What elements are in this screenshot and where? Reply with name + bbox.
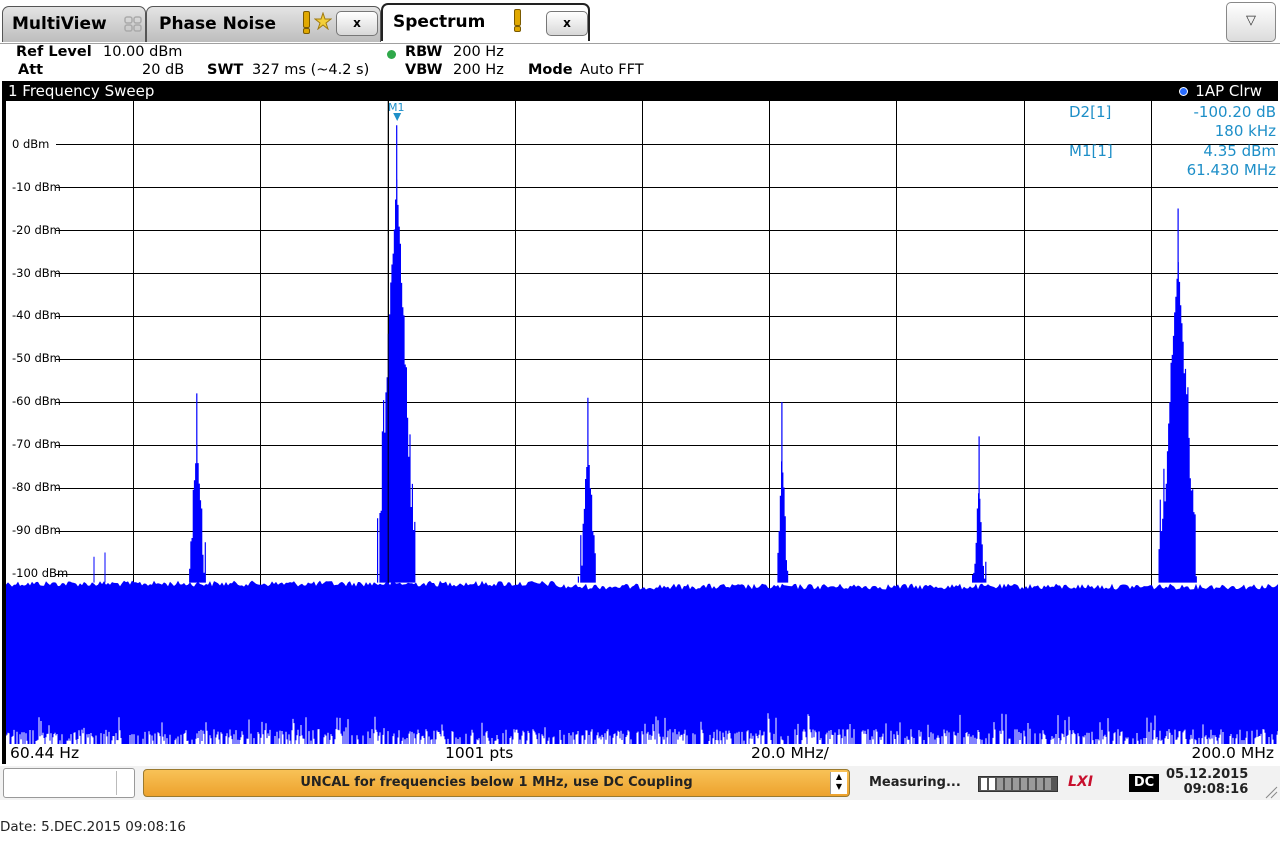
y-tick-label: -60 dBm [12,394,61,408]
trace-indicator-icon [1179,87,1188,96]
warning-icon [512,9,521,32]
status-message: UNCAL for frequencies below 1 MHz, use D… [300,775,693,790]
dc-coupling-badge: DC [1129,774,1159,792]
rbw-value: 200 Hz [453,44,504,60]
marker-d2-name: D2[1] [1069,103,1112,121]
trace-label: 1AP Clrw [1195,82,1262,100]
x-stop-label: 200.0 MHz [1191,744,1274,762]
diagram-title: 1 Frequency Sweep [8,82,155,100]
y-tick-label: -50 dBm [12,351,61,365]
spectral-peak [777,402,789,583]
tab-phase-noise[interactable]: Phase Noise x [146,6,381,42]
att-value: 20 dB [142,62,185,78]
tab-spectrum-label: Spectrum [393,12,486,32]
x-div-label: 20.0 MHz/ [751,744,829,762]
mode-label: Mode [528,62,573,78]
y-tick-label: -80 dBm [12,480,61,494]
message-scroll-arrows-icon[interactable]: ▲ ▼ [830,772,847,794]
marker-d2-freq: 180 kHz [1214,122,1276,140]
warning-icon [301,11,310,34]
rbw-label: RBW [405,44,443,60]
y-tick-label: -10 dBm [12,180,61,194]
x-axis-bar: 60.44 Hz 1001 pts 20.0 MHz/ 200.0 MHz [6,744,1278,764]
rbw-coupled-indicator-icon [387,50,396,59]
status-date: 05.12.2015 [1166,767,1249,782]
marker-d2-level: -100.20 dB [1193,103,1276,121]
star-icon [313,11,333,34]
resize-grip-icon[interactable] [1264,784,1278,803]
lxi-logo-icon: LXI [1068,774,1093,790]
spectral-peak [972,436,987,583]
tab-menu-button[interactable]: ▽ [1226,2,1276,42]
vbw-value: 200 Hz [453,62,504,78]
x-points-label: 1001 pts [445,744,514,762]
y-tick-label: -90 dBm [12,523,61,537]
noise-floor-trace [6,580,1278,744]
spectral-peak [577,397,596,583]
vbw-label: VBW [405,62,443,78]
diagram-title-bar: 1 Frequency Sweep 1AP Clrw [2,81,1278,101]
sweep-progress-bar [978,776,1058,792]
measuring-status: Measuring... [869,775,961,790]
tab-multiview[interactable]: MultiView [2,6,146,42]
measurement-settings: Ref Level 10.00 dBm Att 20 dB SWT 327 ms… [0,43,1280,81]
y-tick-label: -30 dBm [12,266,61,280]
phase-noise-close-button[interactable]: x [336,11,378,36]
status-time: 09:08:16 [1183,782,1249,797]
y-tick-label: -100 dBm [12,566,69,580]
marker-m1-label: M1 [388,101,405,114]
tab-multiview-label: MultiView [12,14,107,34]
status-message-box[interactable]: UNCAL for frequencies below 1 MHz, use D… [143,769,850,797]
status-datetime: 05.12.2015 09:08:16 [1166,767,1248,797]
att-label: Att [18,62,44,78]
tab-spectrum[interactable]: Spectrum x [381,3,590,41]
tab-phase-noise-label: Phase Noise [159,14,276,34]
footer-date: Date: 5.DEC.2015 09:08:16 [0,819,186,835]
y-tick-label: -70 dBm [12,437,61,451]
status-bar: UNCAL for frequencies below 1 MHz, use D… [0,766,1280,800]
chevron-down-icon: ▽ [1246,13,1256,28]
swt-label: SWT [207,62,244,78]
marker-m1-level: 4.35 dBm [1203,142,1276,160]
tab-bar: MultiView Phase Noise x Spectrum x ▽ [0,0,1280,44]
x-start-label: 60.44 Hz [10,744,80,762]
spectral-peak [1158,208,1197,583]
spectrum-svg [6,101,1278,744]
status-input-field[interactable] [3,768,135,798]
marker-m1-freq: 61.430 MHz [1186,161,1276,179]
ref-level-value: 10.00 dBm [103,44,183,60]
diagram-window: 1 Frequency Sweep 1AP Clrw 0 dBm -10 dBm… [2,81,1278,764]
multiview-grid-icon [124,16,142,32]
mode-value: Auto FFT [580,62,644,78]
y-tick-label: -20 dBm [12,223,61,237]
ref-level-label: Ref Level [16,44,92,60]
spectrum-close-button[interactable]: x [546,11,588,36]
spectrum-plot[interactable]: 0 dBm -10 dBm -20 dBm -30 dBm -40 dBm -5… [6,101,1278,744]
y-tick-label: 0 dBm [12,137,50,151]
y-tick-label: -40 dBm [12,308,61,322]
spectral-peak [377,125,416,583]
marker-m1-icon [393,113,402,121]
swt-value: 327 ms (~4.2 s) [252,62,370,78]
marker-m1-name: M1[1] [1069,142,1113,160]
